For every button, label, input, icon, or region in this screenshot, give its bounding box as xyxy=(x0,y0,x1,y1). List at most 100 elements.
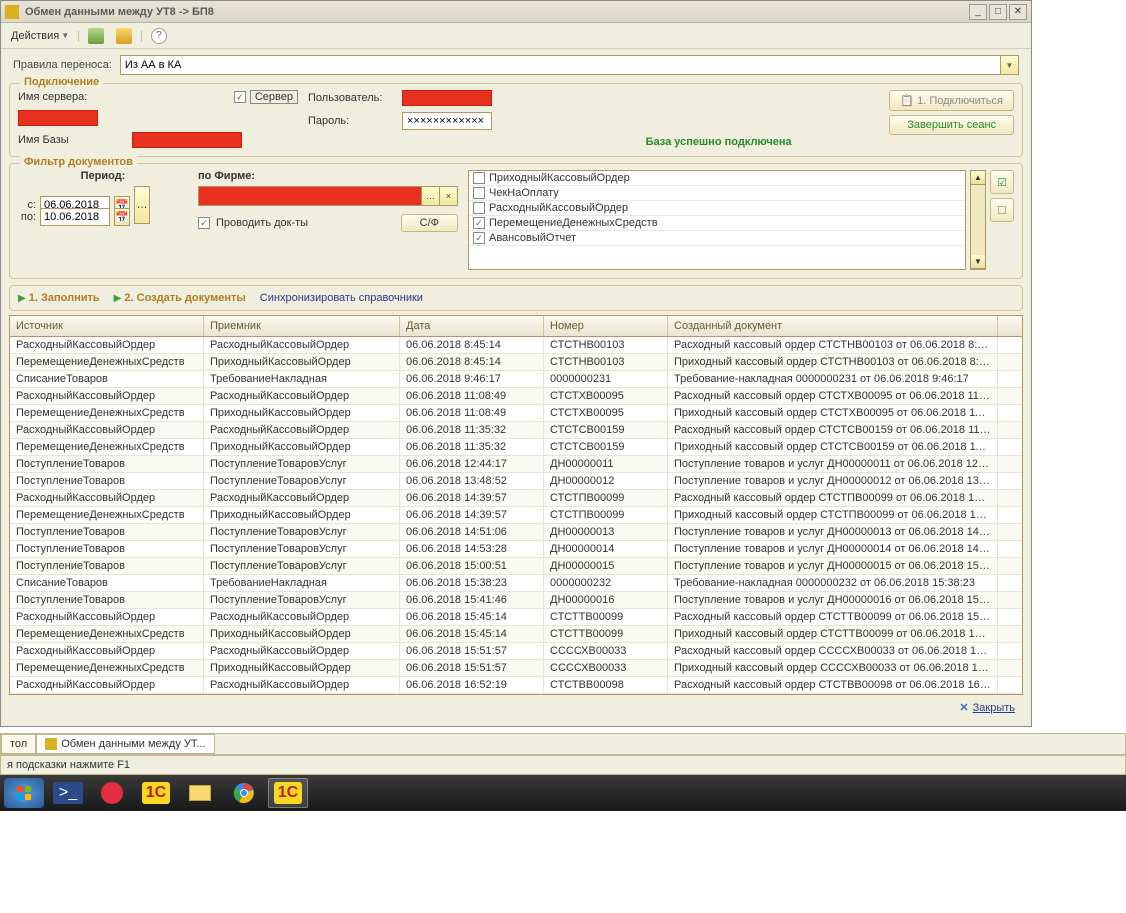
minimize-button[interactable]: _ xyxy=(969,4,987,20)
doc-scrollbar[interactable]: ▲ ▼ xyxy=(970,170,986,270)
table-row[interactable]: ПоступлениеТоваровПоступлениеТоваровУслу… xyxy=(10,456,1022,473)
cell-c3: 06.06.2018 14:51:06 xyxy=(400,524,544,540)
actions-menu[interactable]: Действия ▼ xyxy=(7,28,73,44)
col-date[interactable]: Дата xyxy=(400,316,544,336)
cell-c5: Поступление товаров и услуг ДН00000014 о… xyxy=(668,541,998,557)
table-row[interactable]: РасходныйКассовыйОрдерРасходныйКассовыйО… xyxy=(10,388,1022,405)
rules-dropdown-button[interactable]: ▼ xyxy=(1000,56,1018,74)
table-row[interactable]: ПоступлениеТоваровПоступлениеТоваровУслу… xyxy=(10,541,1022,558)
taskbar-1c-1[interactable]: 1С xyxy=(136,778,176,808)
table-row[interactable]: РасходныйКассовыйОрдерРасходныйКассовыйО… xyxy=(10,677,1022,694)
table-row[interactable]: ПоступлениеТоваровПоступлениеТоваровУслу… xyxy=(10,592,1022,609)
doc-types-list[interactable]: ПриходныйКассовыйОрдерЧекНаОплатуРасходн… xyxy=(468,170,966,270)
col-receiver[interactable]: Приемник xyxy=(204,316,400,336)
taskbar-opera[interactable] xyxy=(92,778,132,808)
check-all-button[interactable]: ☑ xyxy=(990,170,1014,194)
maximize-button[interactable]: □ xyxy=(989,4,1007,20)
col-number[interactable]: Номер xyxy=(544,316,668,336)
db-value-redacted[interactable] xyxy=(132,132,242,148)
scroll-down-button[interactable]: ▼ xyxy=(971,255,985,269)
cell-c1: ПеремещениеДенежныхСредств xyxy=(10,405,204,421)
doc-type-checkbox[interactable] xyxy=(473,172,485,184)
col-source[interactable]: Источник xyxy=(10,316,204,336)
cell-c2: РасходныйКассовыйОрдер xyxy=(204,337,400,353)
fill-action[interactable]: ▶ 1. Заполнить xyxy=(18,292,100,304)
firm-clear-button[interactable]: × xyxy=(439,187,457,205)
process-checkbox[interactable]: ✓ xyxy=(198,217,210,229)
start-button[interactable] xyxy=(4,778,44,808)
firm-field[interactable]: … × xyxy=(198,186,458,206)
close-link[interactable]: ✕ Закрыть xyxy=(959,701,1015,714)
taskbar-explorer[interactable] xyxy=(180,778,220,808)
period-block: Период: с: 📅 … по: 📅 xyxy=(18,170,188,270)
table-row[interactable]: ПеремещениеДенежныхСредствПриходныйКассо… xyxy=(10,626,1022,643)
main-window: Обмен данными между УТ8 -> БП8 _ □ ✕ Дей… xyxy=(0,0,1032,727)
date-to-input[interactable] xyxy=(40,208,110,226)
close-button[interactable]: ✕ xyxy=(1009,4,1027,20)
table-row[interactable]: РасходныйКассовыйОрдерРасходныйКассовыйО… xyxy=(10,422,1022,439)
grid-body[interactable]: РасходныйКассовыйОрдер РасходныйКассовыйО… xyxy=(10,337,1022,694)
doc-type-item[interactable]: РасходныйКассовыйОрдер xyxy=(469,201,965,216)
cell-c5: Расходный кассовый ордер ССССХВ00033 от … xyxy=(668,643,998,659)
scroll-up-button[interactable]: ▲ xyxy=(971,171,985,185)
period-label: Период: xyxy=(18,170,188,182)
table-row[interactable]: ПеремещениеДенежныхСредствПриходныйКассо… xyxy=(10,405,1022,422)
toolbar-btn-1[interactable] xyxy=(84,26,108,46)
doc-type-checkbox[interactable] xyxy=(473,187,485,199)
rules-combo[interactable]: ▼ xyxy=(120,55,1019,75)
table-row[interactable]: СписаниеТоваровТребованиеНакладная06.06.… xyxy=(10,371,1022,388)
cell-c1: РасходныйКассовыйОрдер xyxy=(10,422,204,438)
table-row[interactable]: ПеремещениеДенежныхСредствПриходныйКассо… xyxy=(10,660,1022,677)
table-row[interactable]: РасходныйКассовыйОрдерРасходныйКассовыйО… xyxy=(10,490,1022,507)
firm-ellipsis-button[interactable]: … xyxy=(421,187,439,205)
uncheck-all-button[interactable]: ☐ xyxy=(990,198,1014,222)
table-row[interactable]: ПеремещениеДенежныхСредствПриходныйКассо… xyxy=(10,354,1022,371)
grid-header: Источник Приемник Дата Номер Созданный д… xyxy=(10,316,1022,337)
user-value-redacted[interactable] xyxy=(402,90,492,106)
doc-type-checkbox[interactable] xyxy=(473,202,485,214)
password-input[interactable] xyxy=(402,112,492,130)
sf-button[interactable]: С/Ф xyxy=(401,214,458,232)
doc-type-item[interactable]: ПриходныйКассовыйОрдер xyxy=(469,171,965,186)
cell-c3: 06.06.2018 15:38:23 xyxy=(400,575,544,591)
mdi-tab-1[interactable]: тол xyxy=(1,734,36,754)
table-row[interactable]: РасходныйКассовыйОрдерРасходныйКассовыйО… xyxy=(10,609,1022,626)
taskbar-1c-active[interactable]: 1С xyxy=(268,778,308,808)
period-ellipsis-button[interactable]: … xyxy=(134,186,150,224)
table-row[interactable]: ПоступлениеТоваровПоступлениеТоваровУслу… xyxy=(10,524,1022,541)
doc-type-item[interactable]: ЧекНаОплату xyxy=(469,186,965,201)
toolbar-btn-2[interactable] xyxy=(112,26,136,46)
taskbar-powershell[interactable]: >_ xyxy=(48,778,88,808)
scroll-track[interactable] xyxy=(971,185,985,255)
tool-icon-1 xyxy=(88,28,104,44)
rules-input[interactable] xyxy=(121,56,1000,74)
col-created[interactable]: Созданный документ xyxy=(668,316,998,336)
connect-button[interactable]: 📋 1. Подключиться xyxy=(889,90,1014,111)
server-value-redacted[interactable] xyxy=(18,110,98,126)
taskbar-chrome[interactable] xyxy=(224,778,264,808)
doc-type-item[interactable]: ✓АвансовыйОтчет xyxy=(469,231,965,246)
opera-icon xyxy=(101,782,123,804)
cell-c4: СТСТТВ00099 xyxy=(544,626,668,642)
table-row[interactable]: ПоступлениеТоваровПоступлениеТоваровУслу… xyxy=(10,558,1022,575)
table-row[interactable]: РасходныйКассовыйОрдерРасходныйКассовыйО… xyxy=(10,337,1022,354)
doc-type-checkbox[interactable]: ✓ xyxy=(473,217,485,229)
cell-c5: Расходный кассовый ордер СТСТНВ00103 от … xyxy=(668,337,998,353)
table-row[interactable]: ПоступлениеТоваровПоступлениеТоваровУслу… xyxy=(10,473,1022,490)
table-row[interactable]: СписаниеТоваровТребованиеНакладная06.06.… xyxy=(10,575,1022,592)
doc-type-checkbox[interactable]: ✓ xyxy=(473,232,485,244)
date-to-picker[interactable]: 📅 xyxy=(114,208,130,226)
cell-c5: Требование-накладная 0000000232 от 06.06… xyxy=(668,575,998,591)
server-checkbox[interactable]: ✓ xyxy=(234,91,246,103)
cell-c3: 06.06.2018 15:00:51 xyxy=(400,558,544,574)
end-session-button[interactable]: Завершить сеанс xyxy=(889,115,1014,135)
mdi-tab-2[interactable]: Обмен данными между УТ... xyxy=(36,734,214,754)
create-action[interactable]: ▶ 2. Создать документы xyxy=(114,292,246,304)
table-row[interactable]: РасходныйКассовыйОрдерРасходныйКассовыйО… xyxy=(10,643,1022,660)
doc-type-item[interactable]: ✓ПеремещениеДенежныхСредств xyxy=(469,216,965,231)
sync-action[interactable]: Синхронизировать справочники xyxy=(260,292,423,304)
table-row[interactable]: ПеремещениеДенежныхСредствПриходныйКассо… xyxy=(10,439,1022,456)
help-button[interactable]: ? xyxy=(147,26,171,46)
table-row[interactable]: ПеремещениеДенежныхСредствПриходныйКассо… xyxy=(10,507,1022,524)
cell-c2: РасходныйКассовыйОрдер xyxy=(204,677,400,693)
